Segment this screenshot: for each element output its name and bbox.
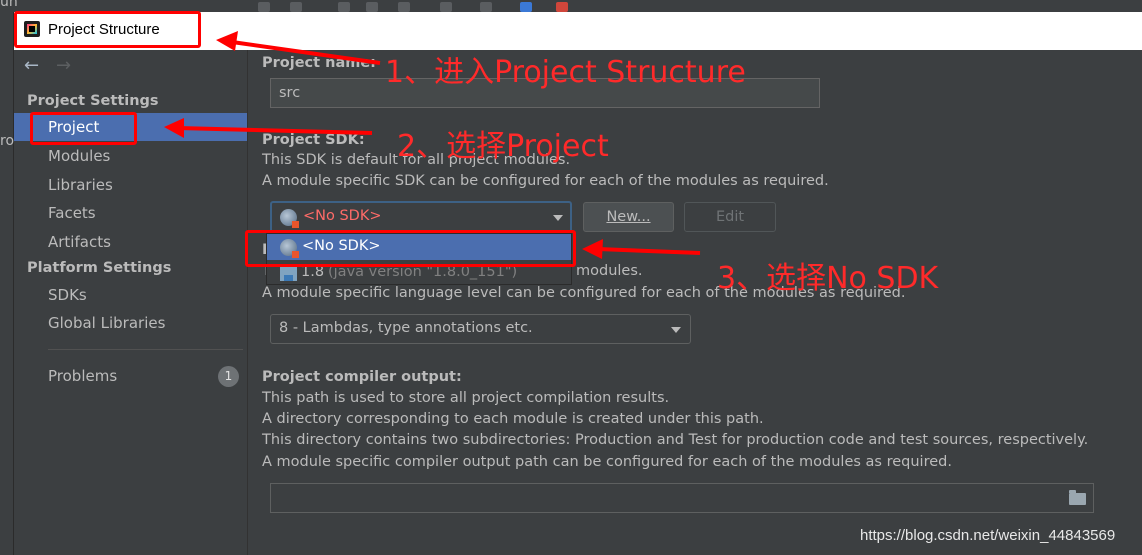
jdk-folder-icon <box>280 267 297 281</box>
project-sdk-value: <No SDK> <box>303 208 382 224</box>
project-sdk-dropdown[interactable]: <No SDK> <box>270 201 572 233</box>
toolbar-icon[interactable] <box>520 2 532 12</box>
chevron-down-icon <box>553 215 563 221</box>
sidebar-item-libraries[interactable]: Libraries <box>14 171 247 199</box>
annotation-box-title <box>14 11 201 48</box>
new-sdk-button[interactable]: New... <box>583 202 674 232</box>
compiler-output-description: This directory contains two subdirectori… <box>262 432 1089 448</box>
project-name-label: Project name: <box>262 55 376 71</box>
sidebar-item-artifacts[interactable]: Artifacts <box>14 228 247 256</box>
compiler-output-description: A directory corresponding to each module… <box>262 411 764 427</box>
compiler-output-description: A module specific compiler output path c… <box>262 454 952 470</box>
watermark: https://blog.csdn.net/weixin_44843569 <box>860 527 1116 544</box>
toolbar-icon[interactable] <box>556 2 568 12</box>
sidebar-item-global-libraries[interactable]: Global Libraries <box>14 309 247 337</box>
edit-sdk-button[interactable]: Edit <box>684 202 776 232</box>
language-level-description-suffix: modules. <box>576 263 643 279</box>
language-level-value: 8 - Lambdas, type annotations etc. <box>279 320 533 336</box>
annotation-step-2: 2、选择Project <box>397 129 609 164</box>
ide-toolbar-fragment: un <box>0 0 18 10</box>
toolbar-icon[interactable] <box>440 2 452 12</box>
toolbar-icon[interactable] <box>480 2 492 12</box>
project-sdk-description: A module specific SDK can be configured … <box>262 173 829 189</box>
sidebar-item-facets[interactable]: Facets <box>14 199 247 227</box>
toolbar-icon[interactable] <box>398 2 410 12</box>
sidebar-item-sdks[interactable]: SDKs <box>14 281 247 309</box>
annotation-box-project <box>30 112 137 145</box>
forward-arrow-icon[interactable]: → <box>56 55 71 76</box>
chevron-down-icon <box>671 327 681 333</box>
annotation-step-1: 1、进入Project Structure <box>385 55 746 90</box>
language-level-dropdown[interactable]: 8 - Lambdas, type annotations etc. <box>270 314 691 344</box>
toolbar-icon[interactable] <box>366 2 378 12</box>
project-sdk-label: Project SDK: <box>262 132 365 148</box>
annotation-step-3: 3、选择No SDK <box>717 261 939 296</box>
section-project-settings: Project Settings <box>27 93 159 109</box>
sidebar-item-modules[interactable]: Modules <box>14 142 247 170</box>
compiler-output-label: Project compiler output: <box>262 369 462 385</box>
toolbar-icon[interactable] <box>290 2 302 12</box>
project-settings-panel: Project name: Project SDK: This SDK is d… <box>249 50 1142 555</box>
problems-count-badge: 1 <box>218 366 239 387</box>
sidebar-divider <box>48 349 243 350</box>
annotation-box-no-sdk <box>245 230 576 267</box>
ide-panel-fragment: ro <box>0 133 15 149</box>
ide-project-panel: ro <box>0 12 14 555</box>
compiler-output-description: This path is used to store all project c… <box>262 390 670 406</box>
section-platform-settings: Platform Settings <box>27 260 172 276</box>
back-arrow-icon[interactable]: ← <box>24 55 39 76</box>
compiler-output-path-input[interactable] <box>270 483 1094 513</box>
sidebar-item-problems[interactable]: Problems <box>14 362 247 390</box>
folder-icon[interactable] <box>1069 490 1086 505</box>
toolbar-icon[interactable] <box>258 2 270 12</box>
toolbar-icon[interactable] <box>338 2 350 12</box>
globe-icon <box>280 209 299 228</box>
